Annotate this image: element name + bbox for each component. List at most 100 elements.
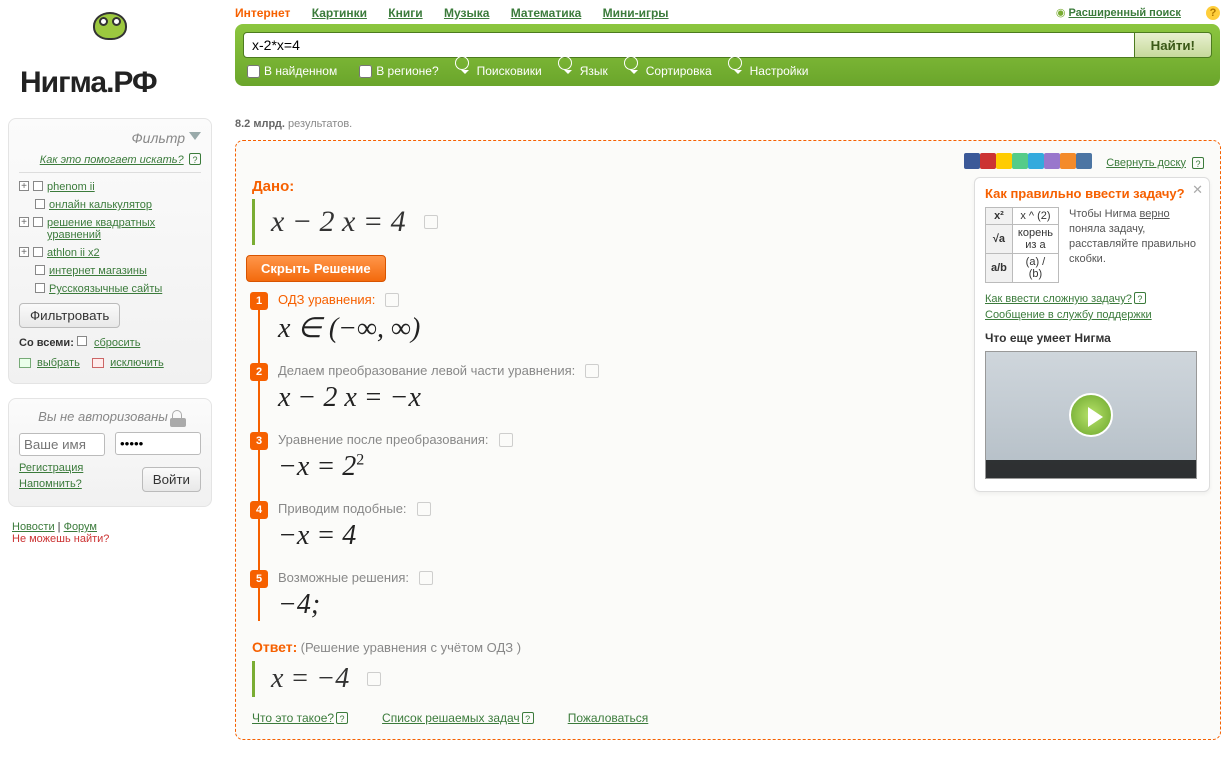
tab-games[interactable]: Мини-игры xyxy=(603,6,669,20)
login-name-input[interactable] xyxy=(19,433,105,456)
opt-engines[interactable]: Поисковики xyxy=(461,64,542,78)
checkbox-icon[interactable] xyxy=(33,217,43,227)
question-icon[interactable]: ? xyxy=(189,153,201,165)
step-number: 1 xyxy=(250,292,268,310)
share-icon[interactable] xyxy=(1028,153,1044,169)
filter-link[interactable]: phenom ii xyxy=(47,181,95,193)
filter-link[interactable]: онлайн калькулятор xyxy=(49,199,152,211)
question-icon[interactable]: ? xyxy=(336,712,348,724)
promo-video[interactable] xyxy=(985,351,1197,479)
filter-item: онлайн калькулятор xyxy=(19,199,201,211)
copy-icon[interactable] xyxy=(499,433,513,447)
share-icon[interactable] xyxy=(1012,153,1028,169)
checkbox-icon xyxy=(77,336,87,346)
register-link[interactable]: Регистрация xyxy=(19,460,105,476)
search-input[interactable] xyxy=(243,32,1135,58)
video-controls[interactable] xyxy=(986,460,1196,478)
checkbox-icon[interactable] xyxy=(33,181,43,191)
syntax-key: √a xyxy=(986,225,1013,254)
share-bar: Свернуть доску ? xyxy=(964,153,1204,172)
opt-in-found[interactable]: В найденном xyxy=(247,64,337,78)
tab-internet[interactable]: Интернет xyxy=(235,6,290,20)
question-icon[interactable]: ? xyxy=(1192,157,1204,169)
copy-icon[interactable] xyxy=(417,502,431,516)
syntax-table: x²x ^ (2)√aкорень из aa/b(a) / (b) xyxy=(985,207,1059,283)
step-number: 4 xyxy=(250,501,268,519)
play-icon[interactable] xyxy=(1069,393,1113,437)
tab-images[interactable]: Картинки xyxy=(312,6,367,20)
solution-board: Свернуть доску ? Дано: x − 2 x = 4 Скрыт… xyxy=(235,140,1221,740)
step-label: Возможные решения: xyxy=(278,570,409,585)
tick-icon xyxy=(19,358,31,368)
helpbox-title: Как правильно ввести задачу? xyxy=(985,186,1199,201)
exclude-all-link[interactable]: исключить xyxy=(110,357,164,369)
share-icon[interactable] xyxy=(996,153,1012,169)
results-count: 8.2 млрд. результатов. xyxy=(235,118,352,130)
expand-icon[interactable] xyxy=(19,247,29,257)
expand-icon[interactable] xyxy=(19,217,29,227)
tab-music[interactable]: Музыка xyxy=(444,6,489,20)
copy-icon[interactable] xyxy=(385,293,399,307)
checkbox-icon[interactable] xyxy=(35,265,45,275)
filter-link[interactable]: Русскоязычные сайты xyxy=(49,283,162,295)
reset-filter-link[interactable]: сбросить xyxy=(94,337,140,349)
opt-in-region[interactable]: В регионе? xyxy=(359,64,438,78)
step-number: 3 xyxy=(250,432,268,450)
close-icon[interactable]: ✕ xyxy=(1192,182,1203,198)
remind-link[interactable]: Напомнить? xyxy=(19,476,105,492)
advanced-search-link[interactable]: Расширенный поиск xyxy=(1068,7,1180,19)
complain-link[interactable]: Пожаловаться xyxy=(568,711,649,725)
share-icon[interactable] xyxy=(1076,153,1092,169)
apply-filter-button[interactable]: Фильтровать xyxy=(19,303,120,328)
login-button[interactable]: Войти xyxy=(142,467,201,492)
expand-icon[interactable] xyxy=(19,181,29,191)
lock-icon xyxy=(172,410,182,422)
opt-sort[interactable]: Сортировка xyxy=(630,64,712,78)
news-link[interactable]: Новости xyxy=(12,521,55,533)
copy-icon[interactable] xyxy=(419,571,433,585)
share-icon[interactable] xyxy=(1060,153,1076,169)
board-footer-links: Что это такое?? Список решаемых задач? П… xyxy=(252,711,1204,725)
collapse-board-link[interactable]: Свернуть доску xyxy=(1106,157,1186,169)
share-icon[interactable] xyxy=(964,153,980,169)
share-icon[interactable] xyxy=(980,153,996,169)
hide-solution-button[interactable]: Скрыть Решение xyxy=(246,255,386,282)
help-icon[interactable]: ? xyxy=(1206,6,1220,20)
logo-text: Нигма.РФ xyxy=(20,66,200,100)
solution-step: 4Приводим подобные:−x = 4 xyxy=(278,501,1204,552)
filter-item: интернет магазины xyxy=(19,265,201,277)
checkbox-icon[interactable] xyxy=(35,199,45,209)
whatis-link[interactable]: Что это такое? xyxy=(252,711,334,725)
logo[interactable]: Нигма.РФ xyxy=(20,2,200,117)
spider-icon xyxy=(85,12,135,62)
copy-icon[interactable] xyxy=(585,364,599,378)
opt-lang[interactable]: Язык xyxy=(564,64,608,78)
checkbox-icon[interactable] xyxy=(33,247,43,257)
filter-link[interactable]: интернет магазины xyxy=(49,265,147,277)
sidebar-bottom-links: Новости | Форум Не можешь найти? xyxy=(8,521,212,545)
question-icon[interactable]: ? xyxy=(1134,292,1146,304)
support-link[interactable]: Сообщение в службу поддержки xyxy=(985,309,1152,321)
filter-link[interactable]: решение квадратных уравнений xyxy=(47,217,201,241)
login-pass-input[interactable] xyxy=(115,432,201,455)
filter-link[interactable]: athlon ii x2 xyxy=(47,247,100,259)
forum-link[interactable]: Форум xyxy=(64,521,97,533)
search-button[interactable]: Найти! xyxy=(1135,32,1212,58)
checkbox-icon[interactable] xyxy=(35,283,45,293)
helpbox-text: Чтобы Нигма верно поняла задачу, расстав… xyxy=(1069,207,1199,283)
select-all-link[interactable]: выбрать xyxy=(37,357,80,369)
tab-math[interactable]: Математика xyxy=(511,6,582,20)
login-panel: Вы не авторизованы Регистрация Напомнить… xyxy=(8,398,212,507)
share-icon[interactable] xyxy=(1044,153,1060,169)
copy-icon[interactable] xyxy=(367,672,381,686)
complex-input-link[interactable]: Как ввести сложную задачу? xyxy=(985,293,1132,305)
filter-item: решение квадратных уравнений xyxy=(19,217,201,241)
cantfind-link[interactable]: Не можешь найти? xyxy=(12,533,109,545)
copy-icon[interactable] xyxy=(424,215,438,229)
filter-help-link[interactable]: Как это помогает искать? xyxy=(40,154,184,166)
step-math: −x = 4 xyxy=(278,520,1204,552)
question-icon[interactable]: ? xyxy=(522,712,534,724)
opt-settings[interactable]: Настройки xyxy=(734,64,809,78)
tasklist-link[interactable]: Список решаемых задач xyxy=(382,711,520,725)
tab-books[interactable]: Книги xyxy=(388,6,422,20)
